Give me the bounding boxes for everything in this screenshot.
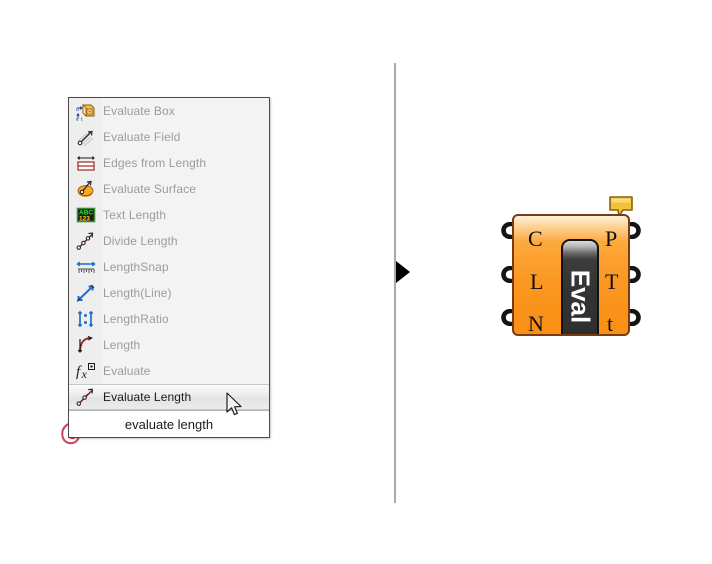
- length-ratio-icon: [69, 306, 103, 332]
- menu-item-divide-length[interactable]: Divide Length: [69, 228, 269, 254]
- evaluate-length-icon: [69, 384, 103, 410]
- menu-item-evaluate-field[interactable]: Evaluate Field: [69, 124, 269, 150]
- menu-item-label: LengthRatio: [103, 312, 169, 326]
- evaluate-field-icon: [69, 124, 103, 150]
- menu-item-length-ratio[interactable]: LengthRatio: [69, 306, 269, 332]
- evaluate-box-icon: u v t: [69, 98, 103, 124]
- output-port-nub-t-lower[interactable]: [628, 309, 645, 326]
- menu-item-length-line[interactable]: Length(Line): [69, 280, 269, 306]
- svg-text:v: v: [76, 117, 79, 122]
- input-label-l: L: [530, 269, 544, 294]
- playback-marker-icon: [396, 261, 410, 283]
- menu-item-evaluate-length[interactable]: Evaluate Length: [69, 384, 269, 410]
- output-port-nub-t-upper[interactable]: [628, 266, 645, 283]
- menu-item-label: Divide Length: [103, 234, 178, 248]
- edges-from-length-icon: [69, 150, 103, 176]
- menu-footer-hint: evaluate length: [69, 410, 269, 437]
- menu-item-evaluate-box[interactable]: u v t Evaluate Box: [69, 98, 269, 124]
- component-body[interactable]: Eval C L N P T t: [512, 214, 630, 336]
- svg-text:t: t: [81, 117, 83, 122]
- length-snap-icon: [69, 254, 103, 280]
- menu-item-text-length[interactable]: ABC 123 Text Length: [69, 202, 269, 228]
- component-picker-menu[interactable]: u v t Evaluate Box Evaluate Field Edges …: [68, 97, 270, 438]
- menu-item-edges-from-length[interactable]: Edges from Length: [69, 150, 269, 176]
- menu-item-evaluate[interactable]: f x Evaluate: [69, 358, 269, 384]
- menu-item-length-snap[interactable]: LengthSnap: [69, 254, 269, 280]
- output-label-t-lower: t: [607, 311, 614, 336]
- menu-item-evaluate-surface[interactable]: Evaluate Surface: [69, 176, 269, 202]
- text-length-icon: ABC 123: [69, 202, 103, 228]
- output-port-nub-p[interactable]: [628, 222, 645, 239]
- menu-item-length[interactable]: Length: [69, 332, 269, 358]
- length-icon: [69, 332, 103, 358]
- menu-item-list: u v t Evaluate Box Evaluate Field Edges …: [69, 98, 269, 410]
- menu-item-label: Evaluate Field: [103, 130, 181, 144]
- evaluate-icon: f x: [69, 358, 103, 384]
- divide-length-icon: [69, 228, 103, 254]
- menu-item-label: LengthSnap: [103, 260, 169, 274]
- menu-item-label: Edges from Length: [103, 156, 207, 170]
- component-name-panel: Eval: [561, 239, 599, 334]
- menu-item-label: Evaluate Box: [103, 104, 175, 118]
- length-line-icon: [69, 280, 103, 306]
- input-label-n: N: [528, 311, 544, 336]
- menu-item-label: Length: [103, 338, 141, 352]
- menu-item-label: Text Length: [103, 208, 167, 222]
- menu-footer-text: evaluate length: [124, 416, 214, 432]
- grasshopper-component-eval[interactable]: Eval C L N P T t: [497, 195, 645, 343]
- menu-item-label: Evaluate Surface: [103, 182, 196, 196]
- component-name-label: Eval: [565, 269, 596, 323]
- input-label-c: C: [528, 226, 543, 251]
- svg-text:123: 123: [79, 216, 90, 223]
- output-label-p: P: [605, 226, 618, 251]
- evaluate-surface-icon: [69, 176, 103, 202]
- output-label-t-upper: T: [605, 269, 619, 294]
- svg-text:x: x: [81, 367, 88, 381]
- svg-text:u: u: [76, 107, 79, 113]
- canvas-divider: [394, 63, 396, 503]
- menu-item-label: Length(Line): [103, 286, 172, 300]
- menu-item-label: Evaluate Length: [103, 390, 192, 404]
- menu-item-label: Evaluate: [103, 364, 151, 378]
